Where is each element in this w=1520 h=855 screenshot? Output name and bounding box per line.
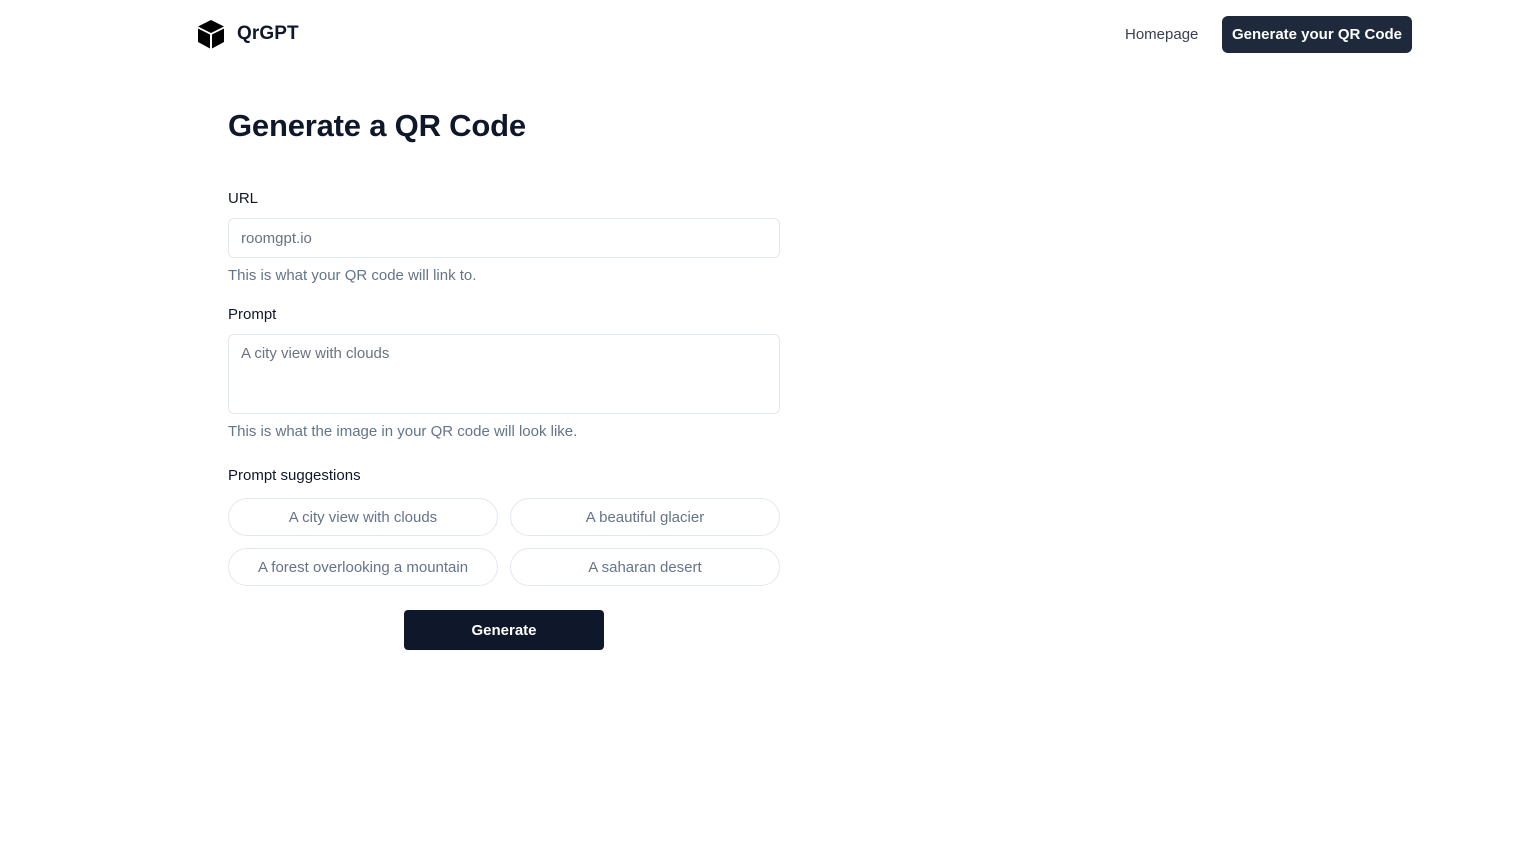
prompt-label: Prompt [228, 306, 277, 323]
brand-logo[interactable]: QrGPT [195, 18, 299, 50]
page-title: Generate a QR Code [228, 108, 526, 143]
generate-qr-cta-button[interactable]: Generate your QR Code [1222, 16, 1412, 53]
nav-link-homepage[interactable]: Homepage [1125, 26, 1198, 43]
brand-name: QrGPT [237, 23, 299, 44]
suggestion-chip[interactable]: A saharan desert [510, 548, 780, 586]
site-header: QrGPT Homepage Generate your QR Code [0, 0, 1520, 70]
url-label: URL [228, 190, 259, 207]
url-help-text: This is what your QR code will link to. [228, 267, 477, 284]
url-input[interactable] [228, 218, 780, 258]
cube-icon [198, 20, 224, 49]
generate-button[interactable]: Generate [404, 610, 604, 650]
suggestion-chip[interactable]: A beautiful glacier [510, 498, 780, 536]
suggestion-chip[interactable]: A forest overlooking a mountain [228, 548, 498, 586]
prompt-help-text: This is what the image in your QR code w… [228, 423, 578, 440]
suggestion-chip[interactable]: A city view with clouds [228, 498, 498, 536]
prompt-suggestions-label: Prompt suggestions [228, 467, 361, 484]
prompt-textarea[interactable] [228, 334, 780, 414]
